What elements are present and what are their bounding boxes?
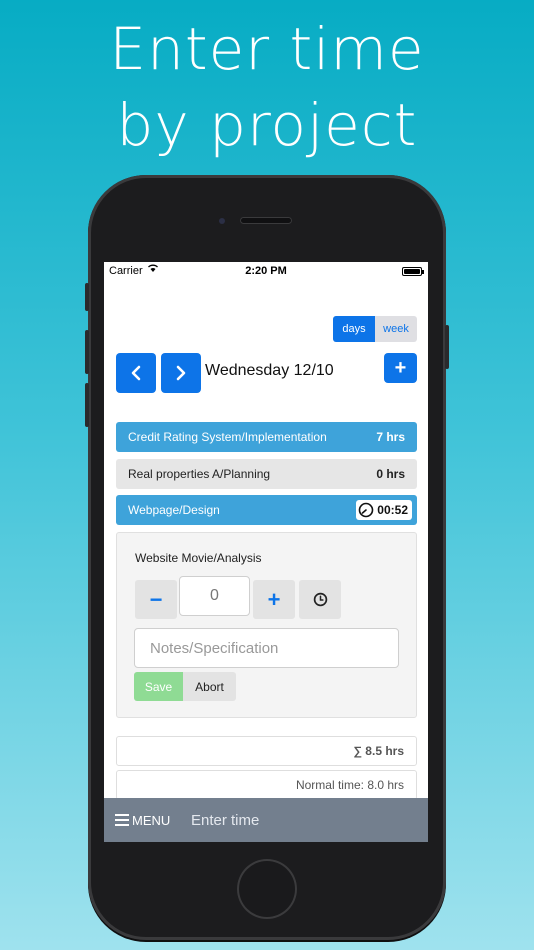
toggle-days[interactable]: days xyxy=(333,316,375,342)
project-row[interactable]: Credit Rating System/Implementation 7 hr… xyxy=(116,422,417,452)
volume-up-button xyxy=(85,330,89,374)
headline-line-1: Enter time xyxy=(109,15,425,83)
save-button[interactable]: Save xyxy=(134,672,183,701)
increase-button[interactable]: + xyxy=(253,580,295,619)
project-name: Webpage/Design xyxy=(128,503,220,517)
time-entry-panel: Website Movie/Analysis − + Save Abort xyxy=(116,532,417,718)
timer-value: 00:52 xyxy=(377,503,408,517)
chevron-right-icon xyxy=(176,365,186,381)
screen-title: Enter time xyxy=(191,812,260,829)
earpiece-speaker xyxy=(240,217,292,224)
mute-switch xyxy=(85,283,89,311)
project-row[interactable]: Real properties A/Planning 0 hrs xyxy=(116,459,417,489)
project-hours: 7 hrs xyxy=(376,430,405,444)
chevron-left-icon xyxy=(131,365,141,381)
bottom-bar: MENU Enter time xyxy=(104,798,428,842)
add-entry-button[interactable]: + xyxy=(384,353,417,383)
headline-line-2: by project xyxy=(116,91,418,159)
next-day-button[interactable] xyxy=(161,353,201,393)
project-name: Credit Rating System/Implementation xyxy=(128,430,327,444)
menu-button[interactable]: MENU xyxy=(132,813,170,828)
normal-time: Normal time: 8.0 hrs xyxy=(116,770,417,800)
power-button xyxy=(445,325,449,369)
notes-input[interactable] xyxy=(134,628,399,668)
project-hours: 0 hrs xyxy=(376,467,405,481)
current-date: Wednesday 12/10 xyxy=(205,362,334,379)
entry-project-title: Website Movie/Analysis xyxy=(135,551,262,565)
project-name: Real properties A/Planning xyxy=(128,467,271,481)
decrease-button[interactable]: − xyxy=(135,580,177,619)
abort-button[interactable]: Abort xyxy=(183,672,236,701)
home-button[interactable] xyxy=(237,859,297,919)
hamburger-menu-icon[interactable] xyxy=(115,814,129,826)
volume-down-button xyxy=(85,383,89,427)
project-row[interactable]: Webpage/Design 00:52 xyxy=(116,495,417,525)
stopwatch-icon xyxy=(358,502,374,518)
running-timer[interactable]: 00:52 xyxy=(356,500,412,520)
battery-icon xyxy=(402,267,424,276)
start-timer-button[interactable] xyxy=(299,580,341,619)
status-bar: Carrier 2:20 PM xyxy=(104,262,428,280)
hours-input[interactable] xyxy=(179,576,250,616)
clock-icon xyxy=(313,592,327,607)
previous-day-button[interactable] xyxy=(116,353,156,393)
toggle-week[interactable]: week xyxy=(375,316,417,342)
front-camera xyxy=(219,218,225,224)
total-hours: ∑ 8.5 hrs xyxy=(116,736,417,766)
app-screen: Carrier 2:20 PM days week Wednesday 12/1… xyxy=(104,262,428,842)
view-toggle: days week xyxy=(333,316,417,342)
status-time: 2:20 PM xyxy=(245,265,287,277)
